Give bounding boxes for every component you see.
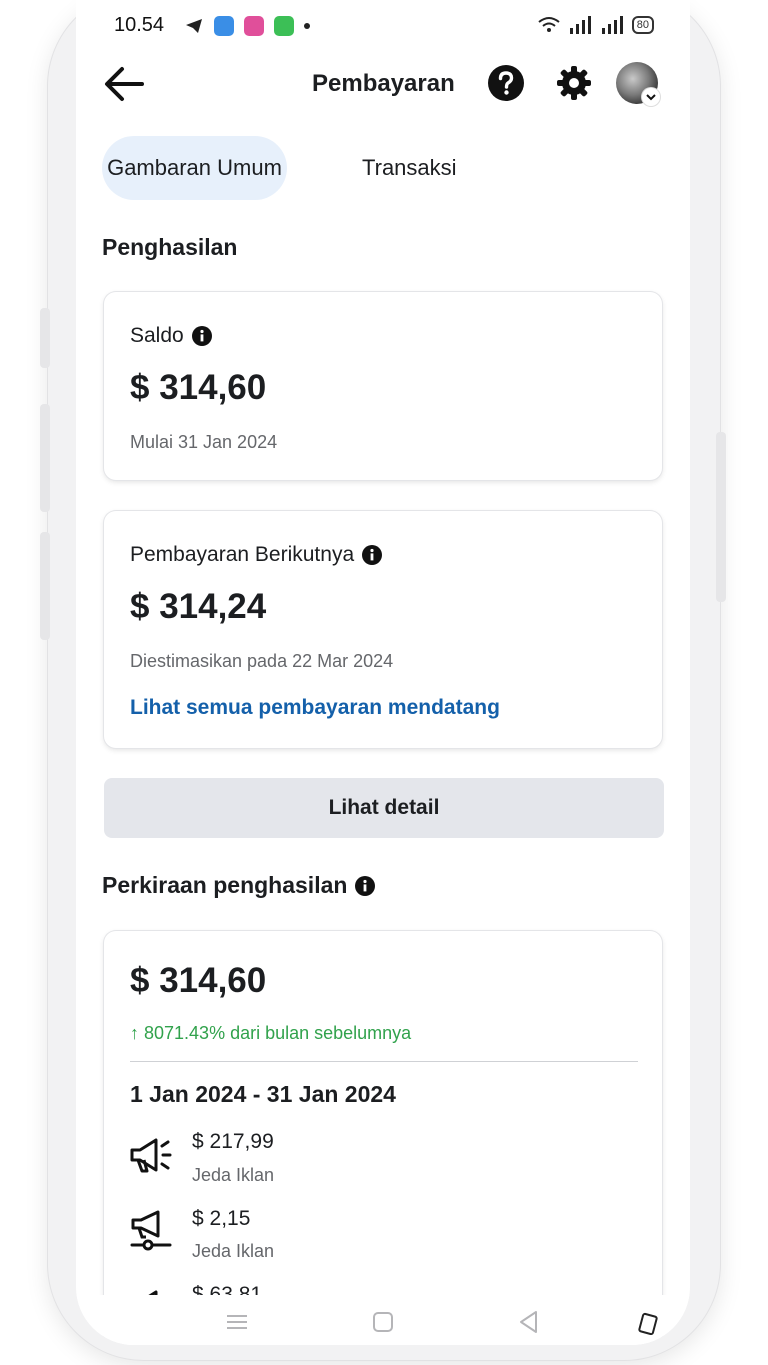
phone-side-button [40, 532, 50, 640]
app-notification-icon [244, 16, 264, 36]
tab-overview[interactable]: Gambaran Umum [102, 136, 287, 200]
view-details-button[interactable]: Lihat detail [104, 778, 664, 838]
back-button[interactable] [102, 64, 146, 104]
next-payment-card: Pembayaran Berikutnya $ 314,24 Diestimas… [104, 511, 662, 748]
back-triangle-icon[interactable] [516, 1309, 542, 1335]
period-range: 1 Jan 2024 - 31 Jan 2024 [130, 1081, 396, 1107]
estimate-card: $ 314,60 ↑ 8071.43% dari bulan sebelumny… [104, 931, 662, 1345]
system-nav-bar [76, 1295, 690, 1345]
balance-amount: $ 314,60 [130, 368, 267, 407]
app-header: Pembayaran [76, 52, 690, 116]
gear-icon [557, 66, 591, 100]
status-time: 10.54 [114, 14, 165, 36]
upcoming-payments-link[interactable]: Lihat semua pembayaran mendatang [130, 696, 500, 720]
phone-side-button [40, 308, 50, 368]
rotate-screen-icon[interactable] [636, 1309, 662, 1335]
balance-since: Mulai 31 Jan 2024 [130, 432, 278, 452]
divider [130, 1061, 638, 1062]
signal-icon [601, 16, 623, 34]
app-notification-icon [214, 16, 234, 36]
info-icon[interactable] [362, 545, 383, 565]
wifi-icon [538, 17, 560, 32]
info-icon[interactable] [191, 326, 212, 346]
row-amount: $ 217,99 [192, 1130, 274, 1153]
signal-icon [569, 16, 591, 34]
battery-icon: 80 [631, 16, 654, 34]
system-icons: 80 [538, 16, 654, 34]
home-icon[interactable] [370, 1309, 396, 1335]
notification-icons [184, 16, 310, 36]
megaphone-icon [130, 1138, 172, 1173]
balance-label-text: Saldo [130, 324, 184, 347]
phone-side-button [716, 432, 726, 602]
row-label: Jeda Iklan [192, 1241, 275, 1261]
next-payment-label: Pembayaran Berikutnya [130, 543, 383, 567]
next-payment-estimated: Diestimasikan pada 22 Mar 2024 [130, 651, 394, 671]
status-bar: 10.54 80 [76, 0, 690, 40]
help-button[interactable] [487, 64, 525, 102]
estimate-section-title: Perkiraan penghasilan [102, 872, 376, 899]
app-notification-icon [274, 16, 294, 36]
settings-button[interactable] [555, 64, 593, 102]
arrow-left-icon [105, 67, 144, 101]
help-icon [488, 65, 524, 101]
chevron-down-icon [642, 88, 660, 106]
next-payment-label-text: Pembayaran Berikutnya [130, 543, 355, 566]
next-payment-amount: $ 314,24 [130, 587, 267, 626]
app-screen: 10.54 80 Pembayaran Gambaran Umum Transa… [76, 0, 690, 1345]
estimate-section-title-text: Perkiraan penghasilan [102, 872, 348, 898]
menu-icon[interactable] [224, 1309, 250, 1335]
balance-card: Saldo $ 314,60 Mulai 31 Jan 2024 [104, 292, 662, 480]
earnings-section-title: Penghasilan [102, 234, 238, 260]
info-icon[interactable] [355, 875, 376, 896]
estimate-amount: $ 314,60 [130, 961, 267, 1000]
tab-transactions[interactable]: Transaksi [342, 136, 477, 200]
growth-indicator: ↑ 8071.43% dari bulan sebelumnya [130, 1023, 412, 1043]
balance-label: Saldo [130, 324, 212, 348]
phone-side-button [40, 404, 50, 512]
telegram-icon [186, 19, 202, 33]
more-notifications-dot [304, 23, 310, 29]
megaphone-stand-icon [130, 1210, 172, 1251]
row-amount: $ 2,15 [192, 1207, 251, 1230]
row-label: Jeda Iklan [192, 1165, 275, 1185]
page-title: Pembayaran [312, 70, 455, 97]
